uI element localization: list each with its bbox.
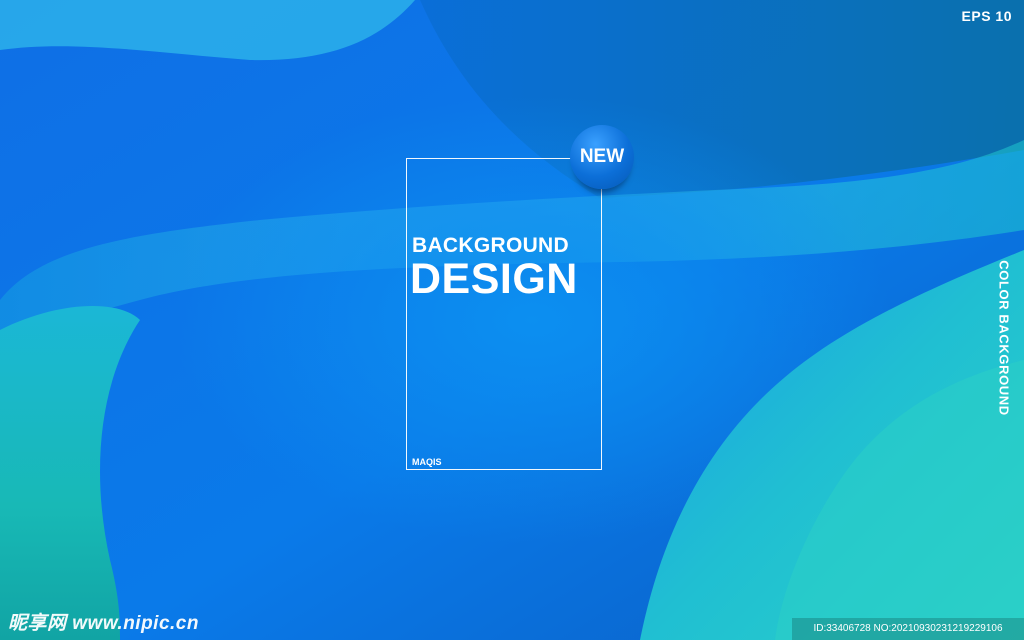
stock-id-bar: ID:33406728 NO:20210930231219229106 [792,618,1024,640]
new-badge: NEW [570,125,634,189]
site-watermark: 昵享网 www.nipic.cn [8,613,199,634]
headline-design: DESIGN [410,255,578,303]
text-frame [406,158,602,470]
eps-label: EPS 10 [961,8,1012,24]
new-badge-label: NEW [579,146,625,167]
frame-caption: MAQIS [412,457,442,467]
side-vertical-text: COLOR BACKGROUND [996,260,1012,416]
